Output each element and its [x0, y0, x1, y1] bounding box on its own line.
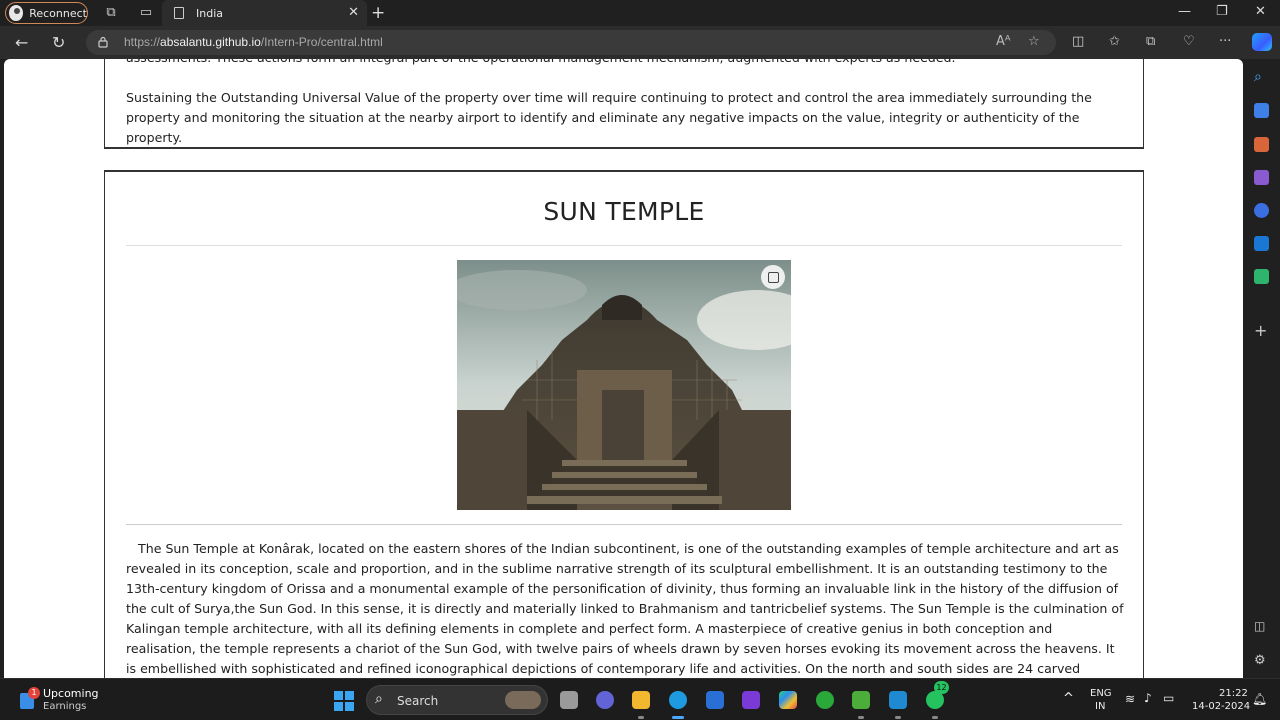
clock-time[interactable]: 21:22	[1219, 688, 1248, 699]
outlook-icon[interactable]	[1254, 236, 1269, 251]
clock-date[interactable]: 14-02-2024	[1192, 701, 1250, 712]
collections-icon[interactable]: ⧉	[1146, 34, 1155, 49]
profile-reconnect-button[interactable]: Reconnect	[5, 2, 88, 24]
more-menu-icon[interactable]: ···	[1219, 34, 1231, 49]
address-bar[interactable]: https://absalantu.github.io/Intern-Pro/c…	[86, 30, 1056, 55]
workspaces-icon[interactable]: ⧉	[103, 5, 119, 21]
widget-title: Upcoming	[43, 687, 99, 700]
tab-title: India	[196, 6, 223, 20]
language-line2[interactable]: IN	[1095, 701, 1105, 712]
url-prefix: https://	[124, 35, 161, 49]
favorite-star-icon[interactable]: ☆	[1028, 34, 1040, 49]
xbox-icon[interactable]	[816, 691, 834, 709]
widget-subtitle: Earnings	[43, 701, 87, 712]
sun-temple-card: SUN TEMPLE The Sun Temple at Konârak, lo…	[104, 170, 1144, 678]
tab-strip: Reconnect ⧉ ▭ India ✕ + — ❐ ✕	[0, 0, 1280, 26]
url-host: absalantu.github.io	[160, 35, 261, 49]
split-screen-icon[interactable]: ◫	[1072, 34, 1084, 49]
battery-icon[interactable]: ▭	[1163, 691, 1174, 705]
utorrent-icon[interactable]	[852, 691, 870, 709]
protection-paragraph: Sustaining the Outstanding Universal Val…	[126, 90, 1092, 145]
add-sidebar-app-icon[interactable]: +	[1254, 321, 1269, 340]
search-label: Search	[397, 694, 439, 708]
search-highlight-icon	[505, 691, 541, 709]
profile-label: Reconnect	[29, 6, 87, 20]
running-indicator	[638, 716, 644, 719]
sun-temple-photo	[457, 260, 791, 510]
tab-india[interactable]: India ✕	[162, 0, 367, 26]
language-line1[interactable]: ENG	[1090, 688, 1112, 699]
store-icon[interactable]	[706, 691, 724, 709]
running-indicator	[858, 716, 864, 719]
maximize-icon[interactable]: ❐	[1216, 4, 1228, 19]
copilot-sidebar-icon[interactable]	[1254, 203, 1269, 218]
sun-temple-description: The Sun Temple at Konârak, located on th…	[126, 539, 1124, 678]
show-hidden-icons-icon[interactable]: ^	[1063, 691, 1074, 706]
browser-essentials-icon[interactable]: ♡	[1183, 34, 1195, 49]
previous-site-card: assessments. These actions form an integ…	[104, 59, 1144, 149]
shopping-tag-icon[interactable]	[1254, 103, 1269, 118]
vscode-icon[interactable]	[889, 691, 907, 709]
web-page: assessments. These actions form an integ…	[4, 59, 1243, 678]
windows-taskbar: 1 Upcoming Earnings ⌕ Search 12 ^ ENG IN…	[0, 678, 1280, 720]
lock-icon	[98, 36, 108, 48]
tab-actions-icon[interactable]: ▭	[138, 5, 154, 21]
teams-chat-icon[interactable]	[596, 691, 614, 709]
whatsapp-badge: 12	[934, 681, 949, 694]
sidebar-collapse-icon[interactable]: ◫	[1254, 619, 1269, 634]
card-title: SUN TEMPLE	[543, 197, 705, 226]
divider	[126, 524, 1122, 525]
file-explorer-icon[interactable]	[632, 691, 650, 709]
games-icon[interactable]	[1254, 170, 1269, 185]
close-tab-icon[interactable]: ✕	[348, 5, 359, 20]
favorites-icon[interactable]: ✩	[1109, 34, 1120, 49]
active-indicator	[672, 716, 684, 719]
back-icon[interactable]: ←	[15, 33, 28, 52]
copilot-icon[interactable]	[1252, 33, 1272, 51]
description-text: The Sun Temple at Konârak, located on th…	[126, 541, 1124, 676]
running-indicator	[932, 716, 938, 719]
url-text: https://absalantu.github.io/Intern-Pro/c…	[124, 35, 383, 49]
url-path: /Intern-Pro/central.html	[260, 35, 383, 49]
task-view-icon[interactable]	[560, 691, 578, 709]
temple-illustration	[457, 260, 791, 510]
page-icon	[174, 7, 184, 19]
notification-bell-icon[interactable]: 🔔︎	[1252, 692, 1267, 706]
avatar-icon	[9, 5, 24, 21]
edge-browser-icon[interactable]	[669, 691, 687, 709]
address-toolbar: ← ↻ https://absalantu.github.io/Intern-P…	[0, 26, 1280, 59]
refresh-icon[interactable]: ↻	[52, 33, 65, 52]
running-indicator	[895, 716, 901, 719]
read-aloud-icon[interactable]: Aᴬ	[996, 34, 1011, 49]
new-tab-icon[interactable]: +	[371, 3, 385, 23]
start-windows-icon[interactable]	[334, 691, 354, 711]
drop-icon[interactable]	[1254, 269, 1269, 284]
taskbar-search-box[interactable]: ⌕ Search	[366, 685, 548, 715]
tools-briefcase-icon[interactable]	[1254, 137, 1269, 152]
visual-search-icon[interactable]	[761, 265, 785, 289]
cut-off-text: assessments. These actions form an integ…	[126, 59, 1126, 68]
search-icon: ⌕	[375, 691, 383, 707]
search-icon[interactable]: ⌕	[1254, 69, 1269, 85]
wifi-icon[interactable]: ≋	[1125, 692, 1135, 706]
volume-icon[interactable]: ♪	[1144, 691, 1152, 705]
divider	[126, 245, 1122, 246]
close-window-icon[interactable]: ✕	[1255, 4, 1266, 19]
minimize-icon[interactable]: —	[1178, 4, 1191, 19]
play-store-icon[interactable]	[779, 691, 797, 709]
edge-sidebar: ⌕ + ◫ ⚙	[1243, 59, 1280, 678]
clipchamp-icon[interactable]	[742, 691, 760, 709]
settings-gear-icon[interactable]: ⚙	[1254, 653, 1269, 668]
widgets-badge: 1	[28, 687, 40, 699]
